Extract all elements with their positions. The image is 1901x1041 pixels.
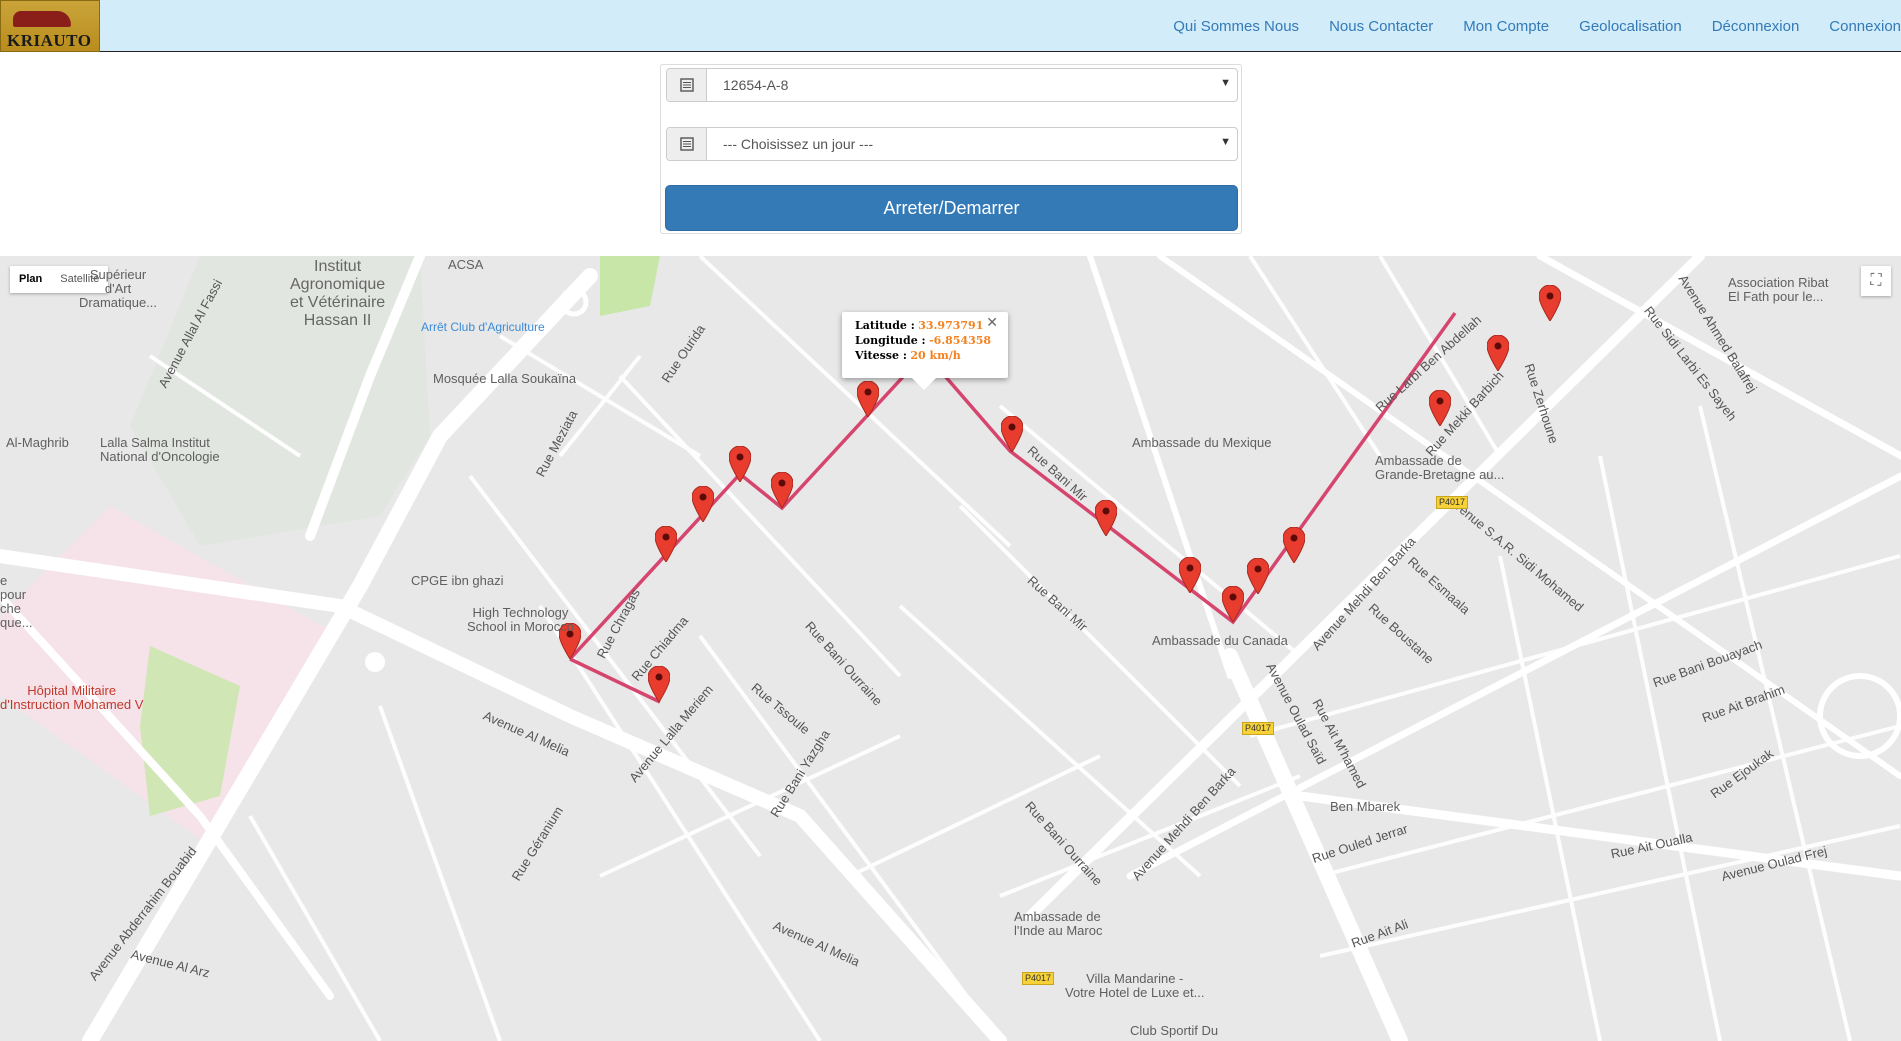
map-canvas[interactable]: Plan Satellite ⛶ Institut Agronomique et… [0,256,1901,1041]
road-badge-p4017-3: P4017 [1022,972,1055,985]
place-pour: e pour che que... [0,573,33,630]
map-marker-icon[interactable] [1179,557,1201,593]
map-marker-icon[interactable] [655,526,677,562]
chevron-down-icon: ▼ [1220,77,1231,89]
map-marker-icon[interactable] [1001,416,1023,452]
map-marker-icon[interactable] [1539,285,1561,321]
place-superieur: Supérieur d'Art Dramatique... [79,267,158,310]
nav-nous-contacter[interactable]: Nous Contacter [1329,18,1433,35]
latitude-value: 33.973791 [918,319,984,332]
map-marker-icon[interactable] [1222,586,1244,622]
map-marker-icon[interactable] [1095,500,1117,536]
nav-geolocalisation[interactable]: Geolocalisation [1579,18,1682,35]
car-icon [13,11,71,27]
speed-value: 20 km/h [910,349,961,362]
road-badge-p4017: P4017 [1436,496,1469,509]
place-inde: Ambassade de l'Inde au Maroc [1014,909,1103,938]
map-marker-icon[interactable] [692,486,714,522]
map-marker-icon[interactable] [771,472,793,508]
map-type-plan[interactable]: Plan [10,266,51,293]
place-hopital: Hôpital Militaire d'Instruction Mohamed … [0,683,144,712]
logo-text: KRIAUTO [7,31,92,50]
nav-mon-compte[interactable]: Mon Compte [1463,18,1549,35]
place-mexique: Ambassade du Mexique [1132,435,1272,450]
road-badge-p4017-2: P4017 [1242,722,1275,735]
place-cpge: CPGE ibn ghazi [411,573,504,588]
place-institut: Institut Agronomique et Vétérinaire Hass… [290,258,386,329]
map-marker-icon[interactable] [729,446,751,482]
map-marker-icon[interactable] [1283,527,1305,563]
nav-connexion[interactable]: Connexion [1829,18,1901,35]
longitude-value: -6.854358 [929,334,992,347]
list-icon [667,69,707,101]
day-select-value: --- Choisissez un jour --- [723,136,874,152]
nav-deconnexion[interactable]: Déconnexion [1712,18,1800,35]
place-ben-mbarek: Ben Mbarek [1330,799,1401,814]
place-maghrib: Al-Maghrib [6,435,69,450]
place-hts: High Technology School in Morocco [467,605,574,634]
longitude-label: Longitude : [855,334,926,347]
day-select[interactable]: --- Choisissez un jour --- ▼ [666,127,1238,161]
vehicle-select[interactable]: 12654-A-8 ▼ [666,68,1238,102]
chevron-down-icon: ▼ [1220,136,1231,148]
place-club: Club Sportif Du [1130,1023,1219,1038]
latitude-label: Latitude : [855,319,915,332]
place-villa: Villa Mandarine - Votre Hotel de Luxe et… [1065,971,1205,1000]
tracking-form: 12654-A-8 ▼ --- Choisissez un jour --- ▼… [660,64,1242,234]
top-navbar: KRIAUTO Qui Sommes Nous Nous Contacter M… [0,0,1901,52]
map-marker-icon[interactable] [648,666,670,702]
place-grande-bretagne: Ambassade de Grande-Bretagne au... [1375,453,1505,482]
nav-qui-sommes-nous[interactable]: Qui Sommes Nous [1173,18,1299,35]
fullscreen-icon[interactable]: ⛶ [1861,266,1891,296]
speed-label: Vitesse : [855,349,907,362]
close-icon[interactable]: ✕ [986,315,998,331]
stop-start-button[interactable]: Arreter/Demarrer [665,185,1238,231]
place-lalla-salma: Lalla Salma Institut National d'Oncologi… [100,435,220,464]
vehicle-select-value: 12654-A-8 [723,77,789,93]
place-acsa: ACSA [448,257,484,272]
place-mosquee: Mosquée Lalla Soukaïna [433,371,577,386]
place-canada: Ambassade du Canada [1152,633,1288,648]
place-arret: Arrêt Club d'Agriculture [421,320,545,334]
map-marker-icon[interactable] [857,381,879,417]
map-marker-icon[interactable] [1247,558,1269,594]
place-association: Association Ribat El Fath pour le... [1728,275,1829,304]
kriauto-logo[interactable]: KRIAUTO [0,0,100,52]
nav-menu: Qui Sommes Nous Nous Contacter Mon Compt… [1143,0,1901,52]
map-marker-icon[interactable] [1487,335,1509,371]
marker-info-window: ✕ Latitude : 33.973791 Longitude : -6.85… [842,312,1008,390]
list-icon [667,128,707,160]
